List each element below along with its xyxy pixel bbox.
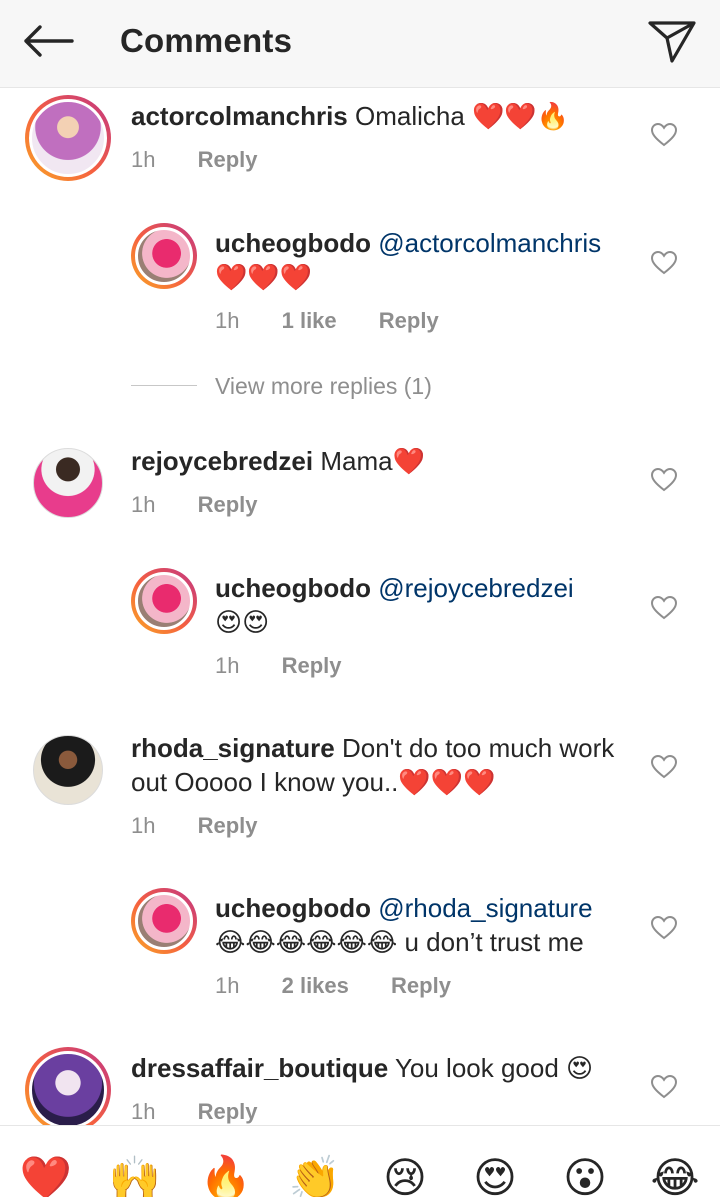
comment-username[interactable]: rhoda_signature bbox=[131, 733, 335, 763]
comment-text: dressaffair_boutique You look good 😍 bbox=[131, 1051, 631, 1085]
reply-meta: 1h 1 like Reply bbox=[215, 308, 439, 334]
heart-outline-icon bbox=[651, 468, 677, 492]
reply-text: ucheogbodo @rejoycebredzei 😍😍 bbox=[215, 571, 635, 639]
reply-mention[interactable]: @actorcolmanchris bbox=[378, 228, 601, 258]
heart-outline-icon bbox=[651, 123, 677, 147]
share-button[interactable] bbox=[640, 12, 704, 70]
reply-mention[interactable]: @rejoycebredzei bbox=[378, 573, 573, 603]
header-bar: Comments bbox=[0, 0, 720, 88]
comment-body: You look good bbox=[394, 1053, 559, 1083]
reply-button[interactable]: Reply bbox=[198, 492, 258, 517]
divider bbox=[131, 385, 197, 386]
reply-button[interactable]: Reply bbox=[391, 973, 451, 998]
reply-username[interactable]: ucheogbodo bbox=[215, 893, 371, 923]
reply-button[interactable]: Reply bbox=[379, 308, 439, 333]
like-button[interactable] bbox=[644, 747, 684, 787]
arrow-left-icon bbox=[24, 25, 74, 57]
reply-text: ucheogbodo @rhoda_signature 😂😂😂😂😂😂 u don… bbox=[215, 891, 635, 959]
emoji-laughing-button[interactable]: 😂 bbox=[647, 1150, 703, 1197]
reply-avatar[interactable] bbox=[131, 888, 197, 954]
paper-plane-icon bbox=[648, 21, 696, 63]
reply-mention[interactable]: @rhoda_signature bbox=[378, 893, 592, 923]
comments-feed[interactable]: actorcolmanchris Omalicha ❤️❤️🔥 1h Reply… bbox=[0, 89, 720, 1125]
reply-meta: 1h Reply bbox=[215, 653, 342, 679]
reply-avatar[interactable] bbox=[131, 568, 197, 634]
comment-username[interactable]: actorcolmanchris bbox=[131, 101, 348, 131]
emoji-raised-hands-button[interactable]: 🙌 bbox=[107, 1150, 163, 1197]
page-title: Comments bbox=[120, 22, 293, 59]
comment-emoji: ❤️❤️❤️ bbox=[398, 767, 496, 797]
comment-meta: 1h Reply bbox=[131, 492, 258, 518]
reply-button[interactable]: Reply bbox=[282, 653, 342, 678]
reply-time: 1h bbox=[215, 973, 240, 998]
comment-text: rhoda_signature Don't do too much work o… bbox=[131, 731, 631, 799]
comment-text: actorcolmanchris Omalicha ❤️❤️🔥 bbox=[131, 99, 631, 133]
like-button[interactable] bbox=[644, 115, 684, 155]
reply-username[interactable]: ucheogbodo bbox=[215, 573, 371, 603]
avatar[interactable] bbox=[33, 448, 103, 518]
reply-button[interactable]: Reply bbox=[198, 1099, 258, 1124]
reply-username[interactable]: ucheogbodo bbox=[215, 228, 371, 258]
reply-meta: 1h 2 likes Reply bbox=[215, 973, 451, 999]
emoji-surprised-button[interactable]: 😮 bbox=[557, 1150, 613, 1197]
comment-meta: 1h Reply bbox=[131, 147, 258, 173]
emoji-heart-eyes-button[interactable]: 😍 bbox=[467, 1150, 523, 1197]
comment-time: 1h bbox=[131, 813, 156, 838]
view-more-replies[interactable]: View more replies (1) bbox=[215, 373, 432, 400]
comment-time: 1h bbox=[131, 147, 156, 172]
comment-username[interactable]: dressaffair_boutique bbox=[131, 1053, 388, 1083]
reply-time: 1h bbox=[215, 653, 240, 678]
emoji-crying-button[interactable]: 😢 bbox=[377, 1150, 433, 1197]
comment-time: 1h bbox=[131, 1099, 156, 1124]
comment-emoji: ❤️❤️🔥 bbox=[472, 101, 570, 131]
reply-body: ❤️❤️❤️ bbox=[215, 262, 313, 292]
heart-outline-icon bbox=[651, 596, 677, 620]
reply-button[interactable]: Reply bbox=[198, 147, 258, 172]
like-button[interactable] bbox=[644, 588, 684, 628]
avatar[interactable] bbox=[25, 95, 111, 181]
comment-meta: 1h Reply bbox=[131, 813, 258, 839]
comment-emoji: 😍 bbox=[566, 1053, 594, 1083]
likes-count[interactable]: 1 like bbox=[282, 308, 337, 333]
reply-text: ucheogbodo @actorcolmanchris ❤️❤️❤️ bbox=[215, 226, 635, 294]
heart-outline-icon bbox=[651, 1075, 677, 1099]
avatar[interactable] bbox=[25, 1047, 111, 1125]
heart-outline-icon bbox=[651, 916, 677, 940]
comment-body: Mama bbox=[320, 446, 393, 476]
heart-outline-icon bbox=[651, 755, 677, 779]
comment-time: 1h bbox=[131, 492, 156, 517]
comment-emoji: ❤️ bbox=[392, 446, 425, 476]
like-button[interactable] bbox=[644, 243, 684, 283]
comment-username[interactable]: rejoycebredzei bbox=[131, 446, 313, 476]
like-button[interactable] bbox=[644, 1067, 684, 1107]
reply-time: 1h bbox=[215, 308, 240, 333]
emoji-fire-button[interactable]: 🔥 bbox=[198, 1150, 254, 1197]
heart-outline-icon bbox=[651, 251, 677, 275]
comment-meta: 1h Reply bbox=[131, 1099, 258, 1125]
comment-text: rejoycebredzei Mama❤️ bbox=[131, 444, 631, 478]
reply-body: 😂😂😂😂😂😂 u don’t trust me bbox=[215, 927, 584, 957]
back-button[interactable] bbox=[18, 14, 78, 68]
reply-body: 😍😍 bbox=[215, 607, 270, 637]
reply-button[interactable]: Reply bbox=[198, 813, 258, 838]
like-button[interactable] bbox=[644, 460, 684, 500]
reply-avatar[interactable] bbox=[131, 223, 197, 289]
comment-body: Omalicha bbox=[354, 101, 465, 131]
likes-count[interactable]: 2 likes bbox=[282, 973, 349, 998]
emoji-clap-button[interactable]: 👏 bbox=[287, 1150, 343, 1197]
emoji-quick-bar: ❤️ 🙌 🔥 👏 😢 😍 😮 😂 bbox=[0, 1125, 720, 1197]
like-button[interactable] bbox=[644, 908, 684, 948]
emoji-heart-button[interactable]: ❤️ bbox=[18, 1150, 74, 1197]
avatar[interactable] bbox=[33, 735, 103, 805]
